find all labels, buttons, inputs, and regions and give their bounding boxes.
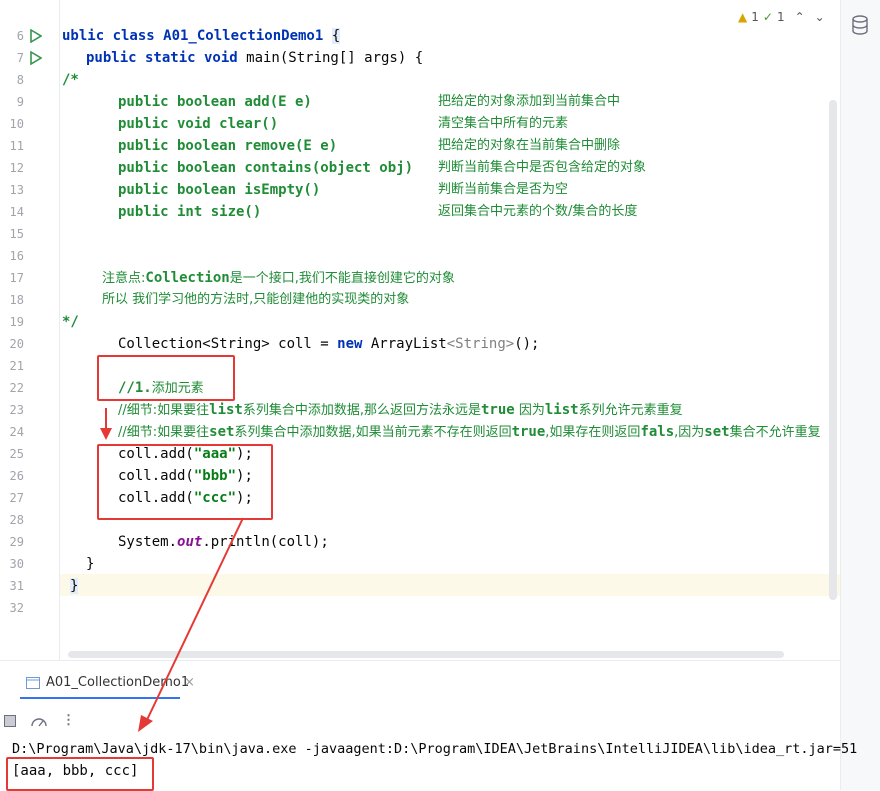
code-line-24[interactable]: //细节:如果要往set系列集合中添加数据,如果当前元素不存在则返回true,如… <box>118 421 821 443</box>
console-icon <box>26 676 40 689</box>
line-number: 11 <box>9 139 24 153</box>
code-line-23[interactable]: //细节:如果要往list系列集合中添加数据,那么返回方法永远是true 因为l… <box>118 399 683 421</box>
line-number: 7 <box>16 51 24 65</box>
run-icon[interactable] <box>30 51 42 65</box>
code-line-12[interactable]: public boolean contains(object obj) <box>118 157 413 179</box>
line-number: 16 <box>9 249 24 263</box>
line-number: 10 <box>9 117 24 131</box>
annotation-box <box>97 355 235 401</box>
line-number: 20 <box>9 337 24 351</box>
warning-icon: ▲ <box>738 10 748 24</box>
line-number: 9 <box>16 95 24 109</box>
run-tab[interactable]: A01_CollectionDemo1 <box>26 675 189 690</box>
line-number: 27 <box>9 491 24 505</box>
code-line-7[interactable]: public static void main(String[] args) { <box>86 47 423 69</box>
line-number: 31 <box>9 579 24 593</box>
code-line-8[interactable]: /* <box>62 69 79 91</box>
code-line-31[interactable]: } <box>70 575 79 597</box>
code-line-18[interactable]: 所以 我们学习他的方法时,只能创建他的实现类的对象 <box>102 289 409 311</box>
code-editor[interactable]: 6 7 8 9 10 11 12 13 14 15 16 17 18 19 20 21 22 23 24 25 26 27… <box>0 0 840 660</box>
console-output-line: D:\Program\Java\jdk-17\bin\java.exe -jav… <box>12 741 858 757</box>
run-toolbar: ⋮ <box>4 713 75 728</box>
run-icon[interactable] <box>30 29 42 43</box>
line-number: 32 <box>9 601 24 615</box>
line-number: 22 <box>9 381 24 395</box>
code-line-13[interactable]: public boolean isEmpty() <box>118 179 320 201</box>
database-icon[interactable] <box>851 15 869 35</box>
chevron-down-icon[interactable]: ⌄ <box>815 10 825 24</box>
line-number: 21 <box>9 359 24 373</box>
line-number: 29 <box>9 535 24 549</box>
check-icon: ✓ <box>762 10 773 24</box>
code-line-29[interactable]: System.out.println(coll); <box>118 531 329 553</box>
line-number: 24 <box>9 425 24 439</box>
annotation-box <box>97 444 273 520</box>
line-number: 13 <box>9 183 24 197</box>
code-line-11[interactable]: public boolean remove(E e) <box>118 135 337 157</box>
line-number: 12 <box>9 161 24 175</box>
line-number: 28 <box>9 513 24 527</box>
line-number: 17 <box>9 271 24 285</box>
current-line-highlight <box>60 574 840 596</box>
line-number: 18 <box>9 293 24 307</box>
code-line-14[interactable]: public int size() <box>118 201 261 223</box>
annotation-box <box>6 757 154 791</box>
gauge-icon[interactable] <box>30 714 48 728</box>
vertical-scrollbar[interactable] <box>829 100 837 600</box>
code-line-10[interactable]: public void clear() <box>118 113 278 135</box>
more-options-icon[interactable]: ⋮ <box>62 713 75 728</box>
line-number: 6 <box>16 29 24 43</box>
code-line-6[interactable]: ublic class A01_CollectionDemo1 { <box>62 25 341 47</box>
code-line-19[interactable]: */ <box>62 311 79 333</box>
code-line-20[interactable]: Collection<String> coll = new ArrayList<… <box>118 333 539 355</box>
horizontal-scrollbar[interactable] <box>68 651 784 658</box>
code-line-17[interactable]: 注意点:Collection是一个接口,我们不能直接创建它的对象 <box>102 267 455 289</box>
line-number: 25 <box>9 447 24 461</box>
close-icon[interactable]: × <box>184 675 195 690</box>
line-number: 19 <box>9 315 24 329</box>
inspection-widget[interactable]: ▲ 1 ✓ 1 ⌃ ⌄ <box>738 10 825 24</box>
line-number: 8 <box>16 73 24 87</box>
code-line-30[interactable]: } <box>86 553 94 575</box>
right-tool-strip <box>840 0 880 790</box>
line-number: 26 <box>9 469 24 483</box>
line-number: 14 <box>9 205 24 219</box>
line-number: 23 <box>9 403 24 417</box>
chevron-up-icon[interactable]: ⌃ <box>795 10 805 24</box>
stop-icon[interactable] <box>4 714 16 727</box>
code-line-9[interactable]: public boolean add(E e) <box>118 91 312 113</box>
line-number: 15 <box>9 227 24 241</box>
line-number: 30 <box>9 557 24 571</box>
